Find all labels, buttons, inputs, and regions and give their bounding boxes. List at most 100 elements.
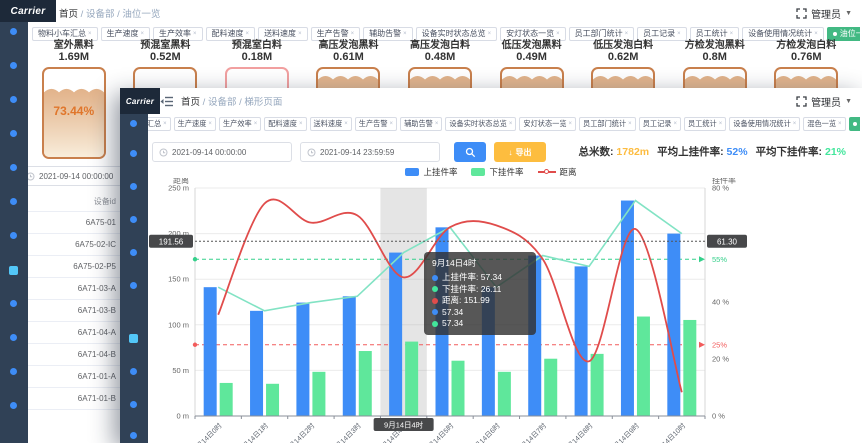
date-from-input[interactable]: 2021-09-14 00:00:00 (152, 142, 292, 162)
breadcrumb-item[interactable]: 首页 (59, 9, 78, 20)
legend-item[interactable]: 上挂件率 (405, 166, 457, 178)
breadcrumb[interactable]: 首页 / 设备部 / 梯形页面 (181, 94, 282, 108)
close-tab-icon[interactable]: × (719, 121, 723, 127)
close-tab-icon[interactable]: × (344, 121, 348, 127)
sidebar-menu-icon[interactable] (130, 183, 137, 190)
legend-item[interactable]: 下挂件率 (471, 166, 523, 178)
close-tab-icon[interactable]: × (403, 31, 407, 37)
admin-label[interactable]: 管理员 (811, 94, 841, 109)
view-tab[interactable]: 物料小车汇总× (148, 117, 171, 130)
view-tab[interactable]: 员工部门统计× (579, 117, 636, 130)
view-tab[interactable]: 混色一览× (803, 117, 845, 130)
table-row[interactable]: 6A71-01-B (20, 388, 120, 410)
sidebar-menu-icon[interactable] (130, 150, 137, 157)
close-tab-icon[interactable]: × (163, 121, 167, 127)
close-tab-icon[interactable]: × (435, 121, 439, 127)
sidebar-menu-icon[interactable] (10, 96, 17, 103)
view-tab[interactable]: 设备使用情况统计× (729, 117, 800, 130)
view-tab[interactable]: 送料速度× (258, 27, 308, 41)
sidebar-menu-icon[interactable] (129, 334, 138, 343)
admin-menu[interactable]: 管理员 ▼ (796, 88, 852, 114)
close-tab-icon[interactable]: × (628, 121, 632, 127)
close-tab-icon[interactable]: × (509, 121, 513, 127)
sidebar-menu-icon[interactable] (10, 62, 17, 69)
sidebar-menu-icon[interactable] (10, 164, 17, 171)
chart-legend[interactable]: 上挂件率 下挂件率 距离 (120, 166, 862, 178)
view-tab[interactable]: 生产效率× (153, 27, 203, 41)
close-tab-icon[interactable]: × (351, 31, 355, 37)
close-tab-icon[interactable]: × (625, 31, 629, 37)
table-row[interactable]: 6A71-03-B (20, 300, 120, 322)
close-tab-icon[interactable]: × (730, 31, 734, 37)
breadcrumb[interactable]: 首页 / 设备部 / 油位一览 (59, 6, 160, 20)
view-tab[interactable]: 员工部门统计× (569, 27, 635, 41)
sidebar-menu-icon[interactable] (10, 334, 17, 341)
view-tab-active[interactable]: 油位一览× (827, 27, 860, 41)
sidebar-menu-icon[interactable] (130, 368, 137, 375)
table-row[interactable]: 6A75-02-P5 (20, 256, 120, 278)
close-tab-icon[interactable]: × (246, 31, 250, 37)
search-button[interactable] (454, 142, 486, 162)
legend-item[interactable]: 距离 (538, 166, 577, 178)
breadcrumb-item[interactable]: 首页 (181, 97, 200, 108)
close-tab-icon[interactable]: × (673, 121, 677, 127)
close-tab-icon[interactable]: × (488, 31, 492, 37)
close-tab-icon[interactable]: × (208, 121, 212, 127)
view-tab[interactable]: 配料速度× (206, 27, 256, 41)
view-tab[interactable]: 物料小车汇总× (32, 27, 98, 41)
sidebar-toggle-icon[interactable] (10, 28, 17, 35)
sidebar-menu-icon[interactable] (130, 216, 137, 223)
view-tab[interactable]: 辅助告警× (400, 117, 442, 130)
admin-label[interactable]: 管理员 (811, 6, 841, 21)
breadcrumb-item[interactable]: 设备部 (208, 97, 237, 108)
sidebar-menu-icon[interactable] (130, 432, 137, 439)
view-tab[interactable]: 生产告警× (355, 117, 397, 130)
close-tab-icon[interactable]: × (677, 31, 681, 37)
view-tab[interactable]: 生产告警× (311, 27, 361, 41)
trapezoid-chart[interactable]: 55%25%9月14日0时9月14日1时9月14日2时9月14日3时9月14日4… (120, 178, 862, 443)
fullscreen-icon[interactable] (796, 96, 807, 107)
export-button[interactable]: ↓ 导出 (494, 142, 546, 162)
sidebar-menu-icon[interactable] (130, 401, 137, 408)
close-tab-icon[interactable]: × (299, 121, 303, 127)
sidebar-menu-icon[interactable] (130, 249, 137, 256)
sidebar-menu-icon[interactable] (10, 130, 17, 137)
collapse-sidebar-icon[interactable] (160, 96, 173, 107)
view-tab[interactable]: 安灯状态一览× (500, 27, 566, 41)
date-input[interactable]: 2021-09-14 00:00:00 (20, 166, 134, 186)
sidebar-menu-icon[interactable] (10, 198, 17, 205)
sidebar-toggle-icon[interactable] (130, 120, 137, 127)
close-tab-icon[interactable]: × (193, 31, 197, 37)
view-tab[interactable]: 生产速度× (101, 27, 151, 41)
fullscreen-icon[interactable] (796, 8, 807, 19)
sidebar-menu-icon[interactable] (10, 232, 17, 239)
table-row[interactable]: 6A75-02-IC (20, 234, 120, 256)
table-row[interactable]: 6A71-03-A (20, 278, 120, 300)
sidebar-menu-icon[interactable] (9, 266, 18, 275)
close-tab-icon[interactable]: × (793, 121, 797, 127)
view-tab[interactable]: 设备实时状态总览× (416, 27, 498, 41)
sidebar-menu-icon[interactable] (130, 282, 137, 289)
view-tab[interactable]: 员工统计× (684, 117, 726, 130)
table-row[interactable]: 6A71-01-A (20, 366, 120, 388)
view-tab[interactable]: 安灯状态一览× (519, 117, 576, 130)
table-row[interactable]: 6A71-04-B (20, 344, 120, 366)
table-row[interactable]: 6A75-01 (20, 212, 120, 234)
view-tab[interactable]: 配料速度× (264, 117, 306, 130)
table-row[interactable]: 6A71-04-A (20, 322, 120, 344)
close-tab-icon[interactable]: × (556, 31, 560, 37)
view-tab[interactable]: 员工记录× (639, 117, 681, 130)
view-tab[interactable]: 送料速度× (310, 117, 352, 130)
view-tab[interactable]: 生产效率× (219, 117, 261, 130)
view-tab[interactable]: 生产速度× (174, 117, 216, 130)
sidebar-menu-icon[interactable] (10, 402, 17, 409)
close-tab-icon[interactable]: × (569, 121, 573, 127)
view-tab[interactable]: 设备实时状态总览× (445, 117, 516, 130)
view-tab[interactable]: 员工统计× (690, 27, 740, 41)
close-tab-icon[interactable]: × (141, 31, 145, 37)
close-tab-icon[interactable]: × (254, 121, 258, 127)
close-tab-icon[interactable]: × (838, 121, 842, 127)
sidebar-menu-icon[interactable] (10, 368, 17, 375)
view-tab[interactable]: 员工记录× (637, 27, 687, 41)
admin-menu[interactable]: 管理员 ▼ (796, 0, 852, 26)
